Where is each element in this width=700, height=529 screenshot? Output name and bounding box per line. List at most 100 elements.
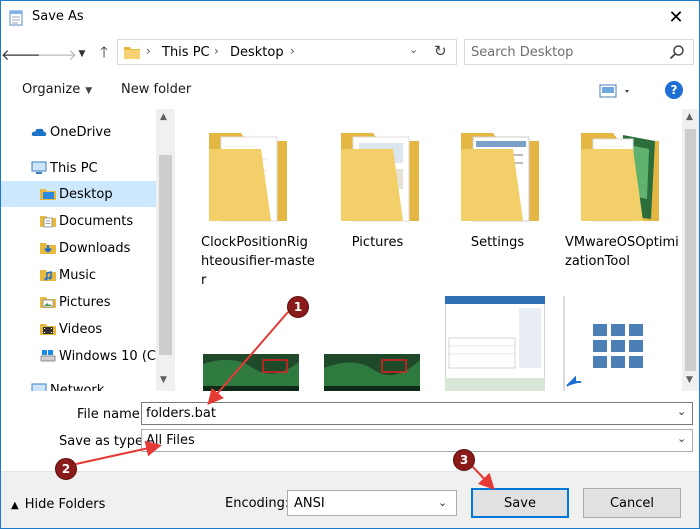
help-button[interactable]: ? bbox=[665, 81, 683, 99]
sidebar-item-label: Pictures bbox=[59, 294, 111, 310]
sidebar-item-this-pc[interactable]: This PC bbox=[1, 155, 156, 181]
dialog-footer: ▲ Hide Folders Encoding: ANSI ⌄ Save Canc… bbox=[1, 471, 699, 528]
encoding-value: ANSI bbox=[294, 496, 325, 511]
file-view-scrollbar[interactable]: ▲ ▼ bbox=[682, 109, 699, 391]
file-view-scrollbar-thumb[interactable] bbox=[685, 129, 696, 371]
videos-icon bbox=[40, 324, 56, 335]
arrow-left-icon: 🡐 bbox=[0, 45, 42, 64]
drive-icon bbox=[40, 350, 56, 362]
folder-icon bbox=[581, 133, 659, 222]
notepad-icon bbox=[9, 10, 23, 26]
network-icon bbox=[31, 383, 47, 391]
sidebar-item-videos[interactable]: Videos bbox=[1, 316, 156, 342]
save-as-type-label: Save as type: bbox=[59, 434, 148, 449]
sidebar-item-label: OneDrive bbox=[50, 124, 112, 140]
file-item-screenshot[interactable] bbox=[445, 296, 555, 391]
scroll-down-icon[interactable]: ▼ bbox=[160, 375, 167, 385]
breadcrumb-separator-icon: › bbox=[214, 44, 219, 58]
sidebar-item-windows-drive[interactable]: Windows 10 (C:) bbox=[1, 343, 165, 369]
address-bar[interactable]: › This PC › Desktop › ⌄ ↻ bbox=[117, 39, 457, 65]
scroll-down-icon[interactable]: ▼ bbox=[686, 375, 693, 385]
screenshot-thumbnail-icon bbox=[445, 296, 545, 391]
file-item-clockposition[interactable]: ClockPositionRighteousifier-master bbox=[201, 119, 315, 289]
chevron-down-icon: ⌄ bbox=[438, 496, 448, 509]
sidebar-item-desktop[interactable]: Desktop bbox=[1, 181, 156, 207]
sidebar-scrollbar[interactable]: ▲ ▼ bbox=[156, 109, 175, 391]
documents-icon bbox=[40, 216, 56, 228]
new-folder-button[interactable]: New folder bbox=[121, 82, 191, 97]
chevron-down-icon[interactable]: ⌄ bbox=[677, 405, 686, 418]
caret-up-icon: ▲ bbox=[11, 500, 19, 511]
breadcrumb-separator-icon: › bbox=[146, 44, 151, 58]
title-bar: Save As ✕ bbox=[1, 1, 699, 34]
file-item-image-1[interactable] bbox=[203, 354, 313, 391]
image-thumbnail-icon bbox=[324, 354, 420, 391]
chevron-down-icon[interactable]: ⌄ bbox=[677, 432, 686, 445]
music-icon bbox=[40, 270, 56, 281]
sidebar-item-pictures[interactable]: Pictures bbox=[1, 289, 156, 315]
organize-button[interactable]: Organize ▼ bbox=[22, 82, 92, 97]
sidebar-item-label: Documents bbox=[59, 213, 134, 229]
pictures-icon bbox=[40, 297, 56, 308]
back-button[interactable]: 🡐 bbox=[1, 43, 41, 65]
file-item-settings[interactable]: Settings bbox=[443, 119, 553, 269]
search-input[interactable] bbox=[471, 44, 651, 61]
sidebar-item-downloads[interactable]: Downloads bbox=[1, 235, 156, 261]
organize-label: Organize bbox=[22, 82, 81, 97]
sidebar-item-label: Music bbox=[59, 267, 96, 283]
annotation-badge-1: 1 bbox=[287, 296, 309, 318]
sidebar-item-label: Downloads bbox=[59, 240, 131, 256]
close-button[interactable]: ✕ bbox=[653, 1, 699, 34]
address-dropdown-icon[interactable]: ⌄ bbox=[409, 43, 418, 56]
computer-icon bbox=[31, 161, 47, 174]
sidebar-item-label: Windows 10 (C:) bbox=[59, 348, 166, 364]
file-item-pictures[interactable]: Pictures bbox=[323, 119, 433, 269]
breadcrumb-desktop[interactable]: Desktop bbox=[230, 45, 284, 60]
command-bar: Organize ▼ New folder ? bbox=[1, 73, 699, 109]
forward-button[interactable]: 🡒 bbox=[37, 43, 77, 65]
save-as-type-select[interactable]: All Files ⌄ bbox=[141, 429, 693, 452]
file-item-shortcut[interactable] bbox=[563, 296, 673, 391]
file-item-label: Settings bbox=[470, 235, 525, 250]
breadcrumb-this-pc[interactable]: This PC bbox=[162, 45, 210, 60]
sidebar-item-label: Network bbox=[50, 382, 105, 392]
file-item-label: Pictures bbox=[351, 235, 404, 250]
file-item-vmware-tool[interactable]: VMwareOSOptimizationTool bbox=[563, 119, 679, 269]
refresh-icon[interactable]: ↻ bbox=[434, 42, 447, 60]
save-button[interactable]: Save bbox=[471, 488, 569, 518]
caret-down-icon: ▼ bbox=[85, 86, 93, 96]
file-item-label: ClockPositionRighteousifier-master bbox=[201, 235, 315, 288]
file-item-image-2[interactable] bbox=[324, 354, 434, 391]
cancel-button[interactable]: Cancel bbox=[583, 488, 681, 518]
sidebar-item-network[interactable]: Network bbox=[1, 377, 156, 391]
close-icon: ✕ bbox=[668, 7, 684, 28]
recent-locations-button[interactable]: ▼ bbox=[71, 43, 93, 65]
cloud-icon bbox=[31, 128, 47, 136]
sidebar-scrollbar-thumb[interactable] bbox=[159, 155, 172, 355]
up-button[interactable]: 🡑 bbox=[93, 43, 115, 65]
sidebar-item-documents[interactable]: Documents bbox=[1, 208, 156, 234]
encoding-label: Encoding: bbox=[225, 496, 290, 511]
address-row: 🡐 🡒 ▼ 🡑 › This PC › Desktop › ⌄ ↻ bbox=[1, 34, 699, 72]
sidebar-item-label: Desktop bbox=[59, 186, 113, 202]
sidebar-item-music[interactable]: Music bbox=[1, 262, 156, 288]
scroll-up-icon[interactable]: ▲ bbox=[686, 112, 693, 122]
search-icon[interactable] bbox=[669, 44, 685, 60]
sidebar-item-onedrive[interactable]: OneDrive bbox=[1, 119, 156, 145]
encoding-select[interactable]: ANSI ⌄ bbox=[287, 490, 457, 516]
save-as-type-value: All Files bbox=[146, 433, 195, 448]
hide-folders-button[interactable]: ▲ Hide Folders bbox=[11, 497, 105, 512]
file-name-label: File name: bbox=[77, 407, 145, 422]
folder-icon bbox=[341, 133, 419, 222]
file-name-input[interactable] bbox=[146, 405, 646, 422]
search-box bbox=[464, 39, 694, 65]
shortcut-thumbnail-icon bbox=[563, 296, 643, 391]
change-view-button[interactable] bbox=[599, 82, 635, 100]
desktop-folder-icon bbox=[40, 189, 56, 200]
image-thumbnail-icon bbox=[203, 354, 299, 391]
file-item-label: VMwareOSOptimizationTool bbox=[565, 235, 679, 269]
scroll-up-icon[interactable]: ▲ bbox=[160, 112, 167, 122]
hide-folders-label: Hide Folders bbox=[24, 497, 106, 512]
chevron-down-icon: ▼ bbox=[78, 49, 86, 59]
file-view: ClockPositionRighteousifier-master Pictu… bbox=[178, 109, 699, 391]
